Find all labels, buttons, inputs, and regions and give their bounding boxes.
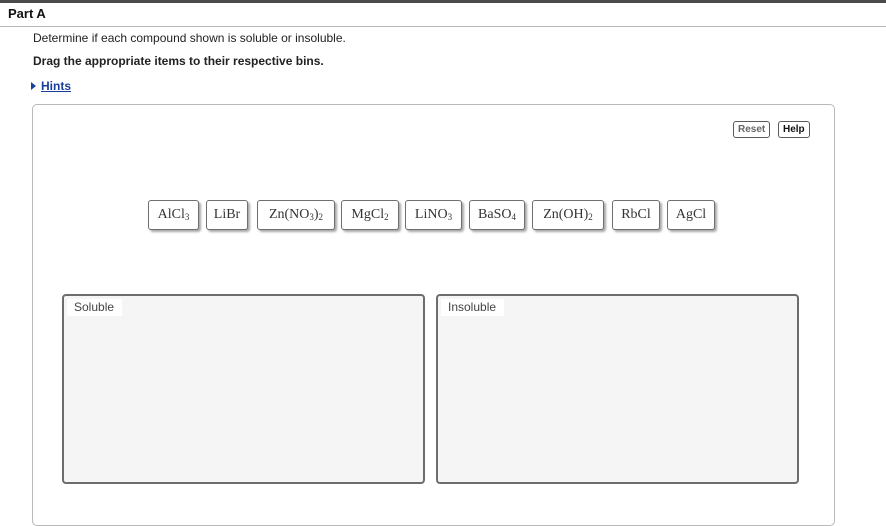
instruction-text: Determine if each compound shown is solu…	[33, 31, 346, 45]
header-divider	[0, 26, 886, 27]
compound-text: AlCl	[157, 207, 185, 222]
compound-text: AgCl	[675, 207, 707, 222]
compound-chip-zn-oh-2[interactable]: Zn(OH)2	[532, 200, 604, 230]
compound-subscript: 2	[384, 212, 389, 222]
help-button[interactable]: Help	[778, 121, 810, 138]
expand-triangle-icon	[31, 82, 36, 90]
compound-subscript: 2	[318, 212, 324, 222]
compound-chip-lino3[interactable]: LiNO3	[405, 200, 462, 230]
compound-chip-agcl[interactable]: AgCl	[667, 200, 715, 230]
hints-toggle[interactable]: Hints	[31, 79, 71, 93]
bin-label-insoluble: Insoluble	[441, 299, 505, 316]
compound-subscript: 4	[511, 212, 516, 222]
hints-link[interactable]: Hints	[41, 79, 71, 93]
compound-subscript: 2	[588, 212, 593, 222]
part-title: Part A	[8, 6, 46, 21]
compound-subscript: 3	[184, 212, 190, 222]
compound-text: Zn(OH)	[543, 207, 589, 222]
compound-text: Zn(NO	[268, 207, 310, 222]
bin-label-soluble: Soluble	[67, 299, 123, 316]
top-bar	[0, 0, 886, 3]
compound-chip-zn-no3-2[interactable]: Zn(NO3)2	[257, 200, 335, 230]
compound-chip-alcl3[interactable]: AlCl3	[148, 200, 199, 230]
compound-text: BaSO	[478, 207, 512, 222]
compound-text: RbCl	[621, 207, 651, 222]
insoluble-bin[interactable]: Insoluble	[436, 294, 799, 484]
compound-text: LiNO	[414, 207, 448, 222]
compound-chip-mgcl2[interactable]: MgCl2	[341, 200, 399, 230]
compound-chip-libr[interactable]: LiBr	[206, 200, 248, 230]
soluble-bin[interactable]: Soluble	[62, 294, 425, 484]
compound-subscript: 3	[447, 212, 453, 222]
compound-text: MgCl	[351, 207, 385, 222]
reset-button[interactable]: Reset	[733, 121, 771, 138]
drag-instruction-text: Drag the appropriate items to their resp…	[33, 54, 324, 68]
compound-chip-rbcl[interactable]: RbCl	[612, 200, 660, 230]
compound-chip-baso4[interactable]: BaSO4	[469, 200, 525, 230]
compound-text: LiBr	[213, 207, 241, 222]
